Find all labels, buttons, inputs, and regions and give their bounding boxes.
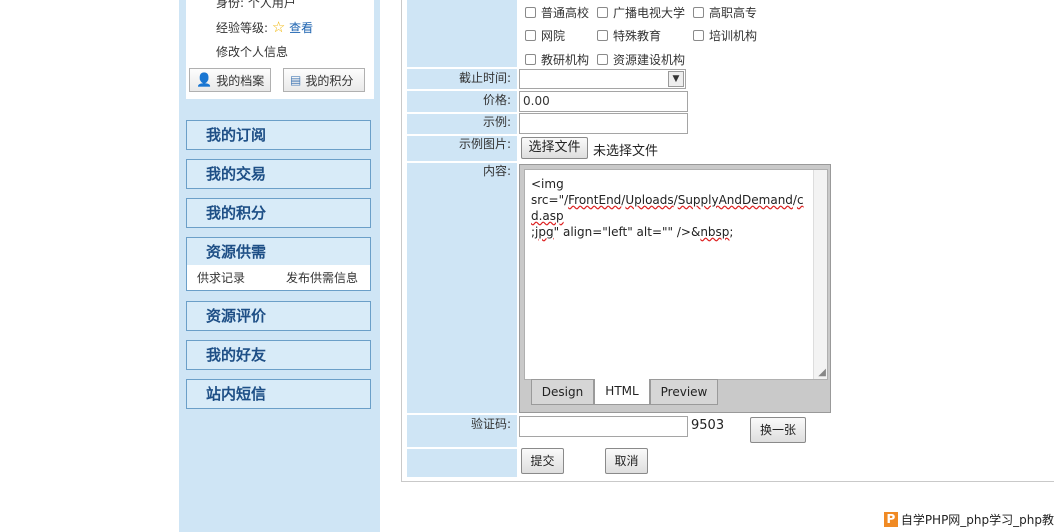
star-icon: ☆ <box>271 18 286 36</box>
checkbox-training[interactable]: 培训机构 <box>693 27 757 44</box>
actions-label-cell <box>407 449 517 477</box>
chat-icon: ▤ <box>290 73 302 87</box>
tab-html[interactable]: HTML <box>594 379 650 405</box>
cancel-button[interactable]: 取消 <box>605 448 648 474</box>
level-view-link[interactable]: 查看 <box>289 21 313 35</box>
menu-supply-demand[interactable]: 资源供需 <box>186 237 371 267</box>
site-logo: P 自学PHP网_php学习_php教 <box>884 509 1054 529</box>
menu-site-messages[interactable]: 站内短信 <box>186 379 371 409</box>
my-points-label: 我的积分 <box>305 73 354 88</box>
content-label: 内容: <box>407 163 517 413</box>
example-input[interactable] <box>519 113 688 134</box>
chevron-down-icon: ▼ <box>668 71 684 87</box>
checkbox-university[interactable]: 普通高校 <box>525 4 589 21</box>
captcha-code: 9503 <box>691 418 725 433</box>
level-line: 经验等级: ☆ 查看 <box>216 18 313 36</box>
tab-preview[interactable]: Preview <box>650 379 718 405</box>
level-label: 经验等级: <box>216 21 269 35</box>
menu-my-trades[interactable]: 我的交易 <box>186 159 371 189</box>
checkbox-vocational[interactable]: 高职高专 <box>693 4 757 21</box>
edit-profile-link[interactable]: 修改个人信息 <box>216 43 288 60</box>
targets-label-cell <box>407 0 517 67</box>
rich-text-editor: <img src="/FrontEnd/Uploads/SupplyAndDem… <box>519 164 831 413</box>
deadline-select[interactable]: ▼ <box>519 69 686 89</box>
price-input[interactable]: 0.00 <box>519 91 688 112</box>
my-points-button[interactable]: ▤ 我的积分 <box>283 68 365 92</box>
menu-my-friends[interactable]: 我的好友 <box>186 340 371 370</box>
submenu-publish-supply[interactable]: 发布供需信息 <box>286 269 358 286</box>
price-label: 价格: <box>407 91 517 112</box>
menu-my-subscriptions[interactable]: 我的订阅 <box>186 120 371 150</box>
profile-box: 身份: 个人用户 经验等级: ☆ 查看 修改个人信息 👤 我的档案 ▤ 我的积分 <box>186 0 374 99</box>
menu-my-points[interactable]: 我的积分 <box>186 198 371 228</box>
checkbox-resource-builder[interactable]: 资源建设机构 <box>597 51 685 68</box>
editor-textarea[interactable]: <img src="/FrontEnd/Uploads/SupplyAndDem… <box>524 169 828 380</box>
checkbox-tv-university[interactable]: 广播电视大学 <box>597 4 685 21</box>
identity-line: 身份: 个人用户 <box>216 0 296 11</box>
deadline-label: 截止时间: <box>407 69 517 89</box>
submenu-supply-records[interactable]: 供求记录 <box>197 269 245 286</box>
example-label: 示例: <box>407 114 517 134</box>
checkbox-research[interactable]: 教研机构 <box>525 51 589 68</box>
no-file-text: 未选择文件 <box>593 144 659 159</box>
captcha-input[interactable] <box>519 416 688 437</box>
site-logo-text: 自学PHP网_php学习_php教 <box>900 512 1054 527</box>
resize-grip-icon[interactable]: ◢ <box>818 365 826 381</box>
choose-file-button[interactable]: 选择文件 <box>521 137 588 159</box>
submit-button[interactable]: 提交 <box>521 448 564 474</box>
captcha-label: 验证码: <box>407 415 517 447</box>
checkbox-special-education[interactable]: 特殊教育 <box>597 27 661 44</box>
identity-value: 个人用户 <box>247 0 296 10</box>
identity-label: 身份: <box>216 0 245 10</box>
checkbox-online-college[interactable]: 网院 <box>525 27 565 44</box>
menu-resource-reviews[interactable]: 资源评价 <box>186 301 371 331</box>
example-image-label: 示例图片: <box>407 136 517 161</box>
php-logo-icon: P <box>884 511 898 527</box>
tab-design[interactable]: Design <box>531 379 594 405</box>
user-icon: 👤 <box>196 72 213 88</box>
refresh-captcha-button[interactable]: 换一张 <box>750 417 806 443</box>
supply-demand-submenu: 供求记录 发布供需信息 <box>186 265 371 291</box>
my-archive-button[interactable]: 👤 我的档案 <box>189 68 271 92</box>
my-archive-label: 我的档案 <box>216 73 265 88</box>
editor-scrollbar[interactable]: ◢ <box>813 170 827 379</box>
